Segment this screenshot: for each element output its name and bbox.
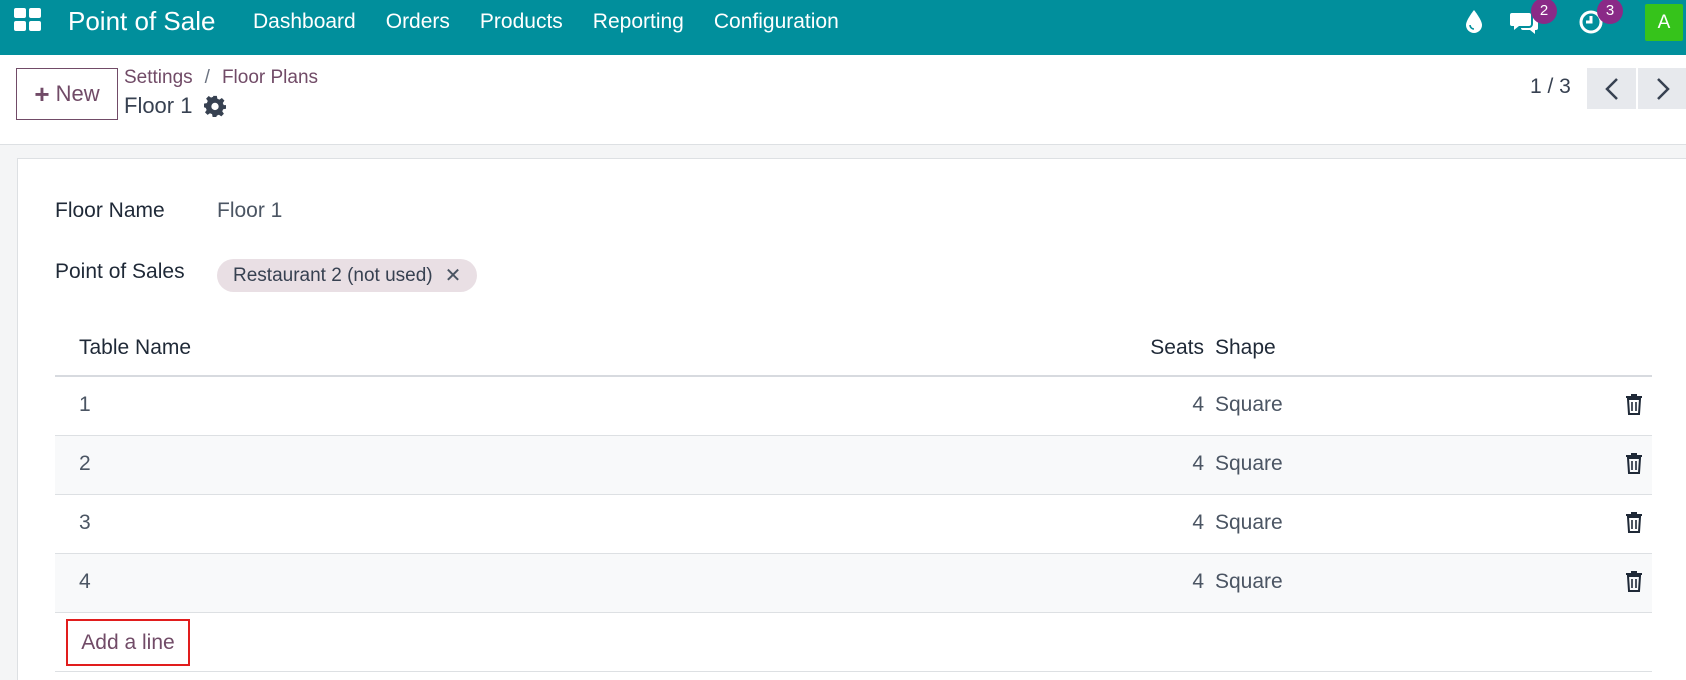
menu-item-orders[interactable]: Orders (371, 10, 465, 34)
breadcrumb-settings[interactable]: Settings (124, 67, 193, 89)
column-header-seats[interactable]: Seats (1150, 336, 1204, 360)
breadcrumb-floor-plans[interactable]: Floor Plans (222, 67, 318, 89)
trash-icon[interactable] (1625, 393, 1643, 415)
app-grid-icon[interactable] (14, 8, 42, 32)
top-navbar: Point of Sale Dashboard Orders Products … (0, 0, 1686, 55)
page-title: Floor 1 (124, 93, 193, 118)
breadcrumb-separator: / (204, 67, 210, 88)
main-menu: Dashboard Orders Products Reporting Conf… (253, 10, 854, 34)
messages-badge: 2 (1531, 0, 1557, 24)
control-panel: + New Settings / Floor Plans Floor 1 1 /… (0, 55, 1686, 145)
point-of-sales-label: Point of Sales (55, 260, 185, 283)
trash-icon[interactable] (1625, 452, 1643, 474)
seats-cell[interactable]: 4 (1192, 511, 1204, 535)
menu-item-products[interactable]: Products (465, 10, 578, 34)
chevron-right-icon (1656, 77, 1670, 100)
table-name-cell[interactable]: 2 (79, 452, 91, 476)
table-row[interactable]: 2 4 Square (55, 436, 1652, 495)
column-header-shape[interactable]: Shape (1215, 336, 1276, 360)
table-name-cell[interactable]: 3 (79, 511, 91, 535)
trash-icon[interactable] (1625, 511, 1643, 533)
app-name[interactable]: Point of Sale (68, 6, 215, 37)
menu-item-configuration[interactable]: Configuration (699, 10, 854, 34)
plus-icon: + (34, 79, 50, 109)
breadcrumb: Settings / Floor Plans (124, 67, 318, 89)
shape-cell[interactable]: Square (1215, 570, 1283, 594)
pager-previous-button[interactable] (1587, 68, 1636, 109)
tables-list: Table Name Seats Shape 1 4 Square 2 4 Sq… (55, 323, 1652, 672)
table-row[interactable]: 1 4 Square (55, 377, 1652, 436)
floor-name-label: Floor Name (55, 199, 165, 222)
table-header: Table Name Seats Shape (55, 323, 1652, 377)
shape-cell[interactable]: Square (1215, 393, 1283, 417)
menu-item-dashboard[interactable]: Dashboard (253, 10, 371, 34)
gear-icon[interactable] (204, 95, 227, 117)
table-row[interactable]: 3 4 Square (55, 495, 1652, 554)
chevron-left-icon (1604, 77, 1618, 100)
add-line-button[interactable]: Add a line (66, 619, 190, 666)
table-name-cell[interactable]: 1 (79, 393, 91, 417)
table-row[interactable]: 4 4 Square (55, 554, 1652, 613)
seats-cell[interactable]: 4 (1192, 393, 1204, 417)
trash-icon[interactable] (1625, 570, 1643, 592)
column-header-table-name[interactable]: Table Name (79, 336, 191, 360)
drop-icon[interactable] (1464, 9, 1484, 33)
pos-tag[interactable]: Restaurant 2 (not used) ✕ (217, 259, 478, 292)
record-title-row: Floor 1 (124, 93, 227, 119)
pager-next-button[interactable] (1638, 68, 1686, 109)
activities-badge: 3 (1597, 0, 1623, 24)
new-button[interactable]: + New (16, 68, 118, 120)
form-sheet: Floor Name Floor 1 Point of Sales Restau… (17, 158, 1686, 680)
table-name-cell[interactable]: 4 (79, 570, 91, 594)
pos-tag-label: Restaurant 2 (not used) (233, 264, 433, 286)
shape-cell[interactable]: Square (1215, 452, 1283, 476)
remove-tag-icon[interactable]: ✕ (445, 263, 462, 288)
menu-item-reporting[interactable]: Reporting (578, 10, 699, 34)
seats-cell[interactable]: 4 (1192, 452, 1204, 476)
add-line-row: Add a line (55, 613, 1652, 672)
new-button-label: New (55, 81, 100, 106)
shape-cell[interactable]: Square (1215, 511, 1283, 535)
floor-name-field[interactable]: Floor 1 (217, 199, 282, 223)
pager-value[interactable]: 1 / 3 (1530, 75, 1571, 99)
user-avatar[interactable]: A (1645, 4, 1683, 41)
seats-cell[interactable]: 4 (1192, 570, 1204, 594)
